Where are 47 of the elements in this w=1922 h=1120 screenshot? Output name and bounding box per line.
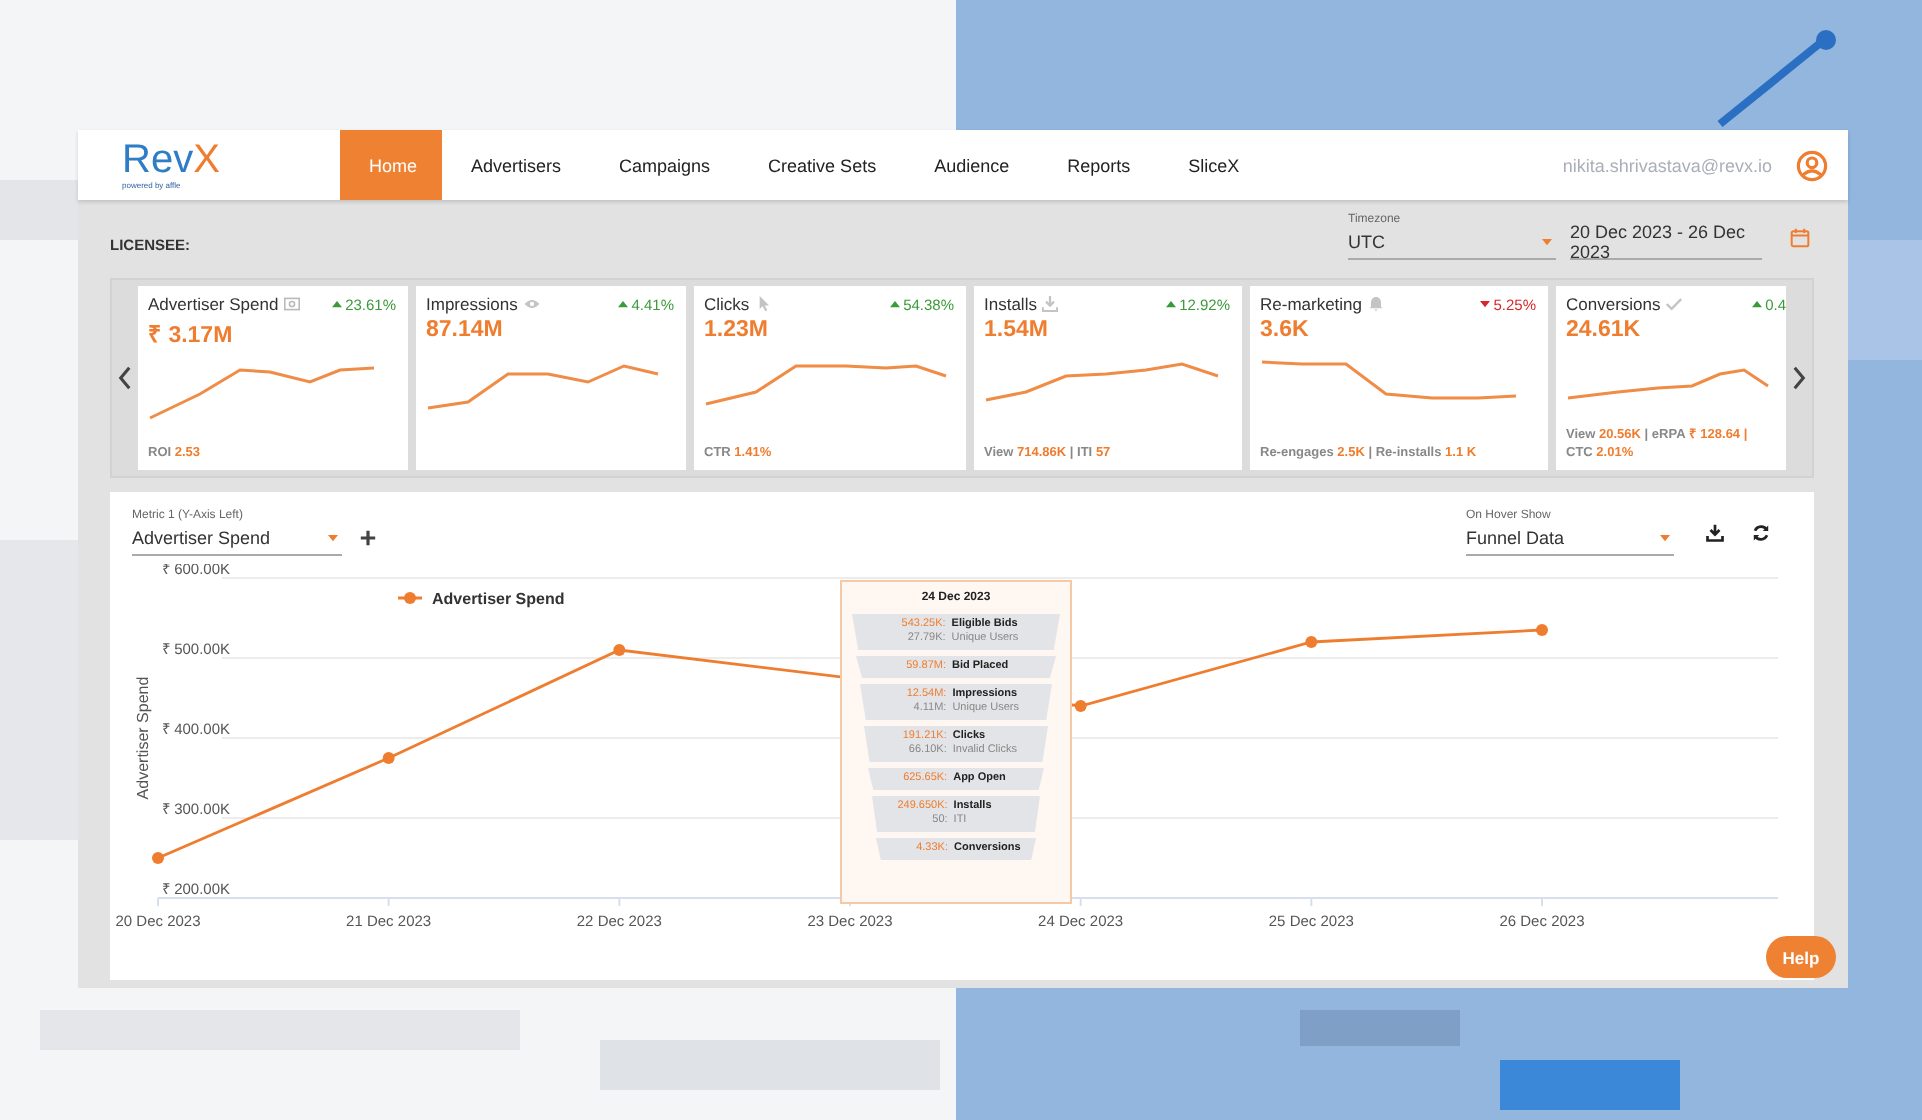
data-point[interactable] [1305, 636, 1318, 648]
legend-label[interactable]: Advertiser Spend [432, 590, 565, 608]
date-range-field[interactable]: 20 Dec 2023 - 26 Dec 2023 [1570, 226, 1762, 260]
data-point[interactable] [1074, 700, 1087, 712]
kpi-value: 1.54M [984, 318, 1050, 342]
caret-icon[interactable] [1542, 238, 1552, 246]
kpi-value: 24.61K [1566, 318, 1643, 342]
download-icon [1042, 296, 1059, 312]
bell-icon [1368, 296, 1385, 312]
kpi-value: 3.6K [1260, 318, 1311, 342]
nav-tab[interactable]: Advertisers [442, 130, 591, 200]
revx-logo: RevX [122, 140, 222, 180]
timezone-dropdown[interactable]: UTC [1348, 226, 1556, 260]
kpi-title: Clicks [704, 294, 750, 314]
metric-dropdown[interactable]: Advertiser Spend [132, 522, 342, 556]
user-email: nikita.shrivastava@revx.io [1562, 155, 1772, 175]
data-point[interactable] [613, 644, 626, 656]
kpi-value: 87.14M [426, 318, 505, 342]
cursor-icon [755, 296, 772, 312]
y-axis-title: Advertiser Spend [134, 676, 152, 800]
data-point[interactable] [382, 752, 395, 764]
legend-marker-icon[interactable] [398, 592, 422, 604]
refresh-icon[interactable] [1752, 524, 1770, 542]
data-point[interactable] [1536, 624, 1548, 636]
kpi-value: ₹ 3.17M [148, 322, 235, 348]
kpi-title: Conversions [1566, 294, 1661, 314]
nav-tab[interactable]: Reports [1038, 130, 1160, 200]
kpi-value: 1.23M [704, 318, 770, 342]
kpi-title: Re-marketing [1260, 294, 1363, 314]
data-point[interactable] [152, 852, 164, 864]
hover-show-dropdown[interactable]: Funnel Data [1466, 522, 1674, 556]
nav-tab[interactable]: SliceX [1159, 130, 1269, 200]
nav-tab[interactable]: Creative Sets [739, 130, 906, 200]
calendar-icon[interactable] [1790, 228, 1810, 248]
add-icon[interactable] [360, 530, 376, 546]
money-icon [284, 296, 301, 312]
checkmark-icon [1666, 296, 1683, 312]
kpi-title: Advertiser Spend [148, 294, 279, 314]
eye-icon [523, 296, 540, 312]
caret-icon[interactable] [1660, 534, 1670, 542]
caret-icon[interactable] [328, 534, 338, 542]
kpi-title: Impressions [426, 294, 518, 314]
download-icon[interactable] [1706, 524, 1724, 542]
user-avatar-icon[interactable] [1796, 149, 1828, 181]
nav-tab[interactable]: Campaigns [590, 130, 740, 200]
kpi-title: Installs [984, 294, 1037, 314]
nav-tab[interactable]: Audience [905, 130, 1039, 200]
